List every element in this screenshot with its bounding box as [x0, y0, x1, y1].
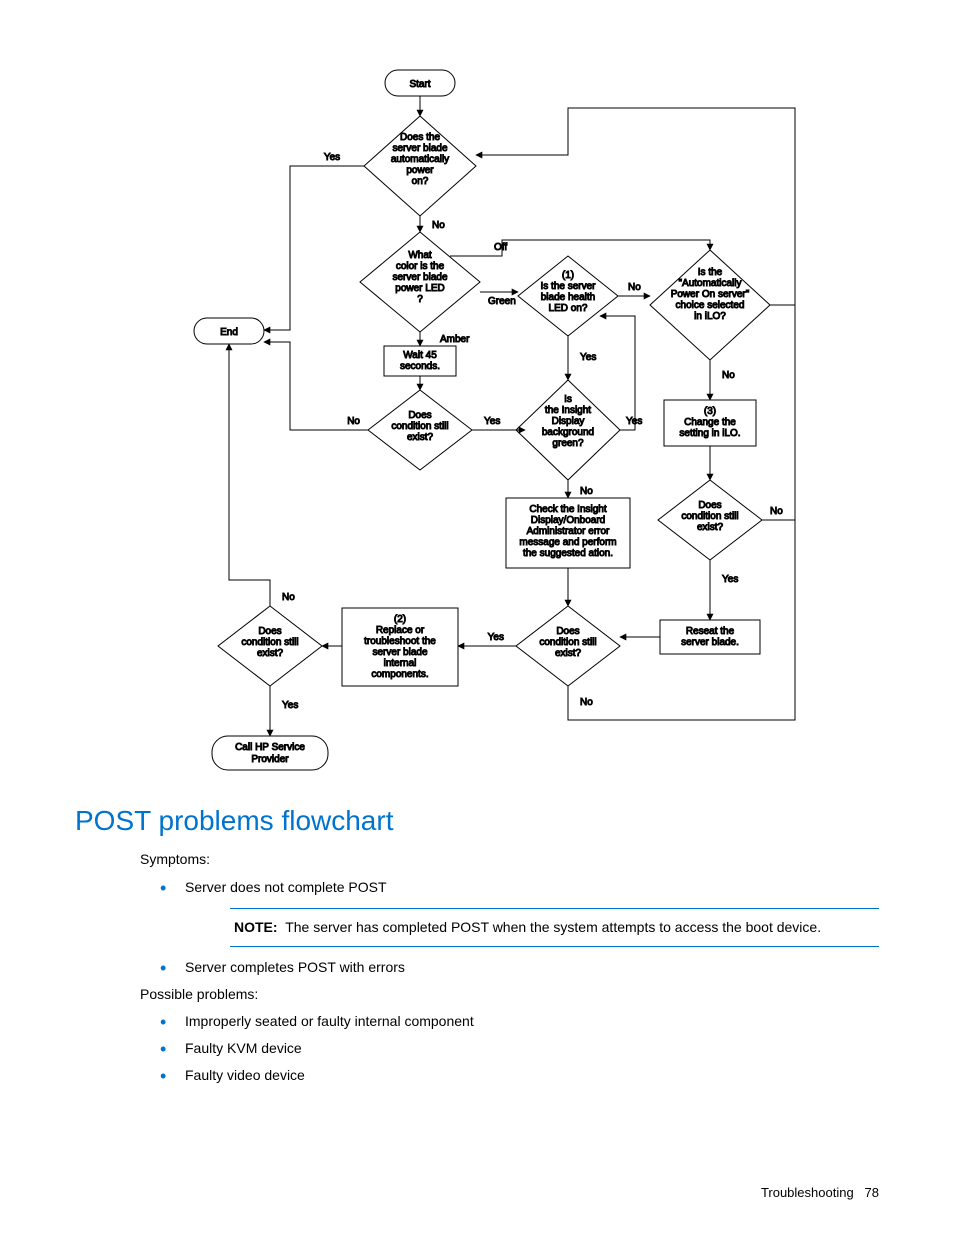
- svg-text:No: No: [432, 220, 445, 231]
- section-heading: POST problems flowchart: [75, 805, 879, 837]
- svg-text:(1)Is the serverblade healthLE: (1)Is the serverblade healthLED on?: [540, 270, 596, 314]
- note-block: NOTE: The server has completed POST when…: [230, 908, 879, 947]
- list-item: Server completes POST with errors: [140, 957, 879, 978]
- svg-text:Doescondition stillexist?: Doescondition stillexist?: [391, 410, 448, 443]
- possible-label: Possible problems:: [140, 984, 879, 1006]
- list-item: Faulty KVM device: [140, 1038, 879, 1059]
- flowchart-diagram: Start Does theserver bladeautomaticallyp…: [170, 60, 810, 790]
- svg-text:Amber: Amber: [440, 334, 470, 345]
- svg-text:No: No: [580, 697, 593, 708]
- symptom-list: Server does not complete POST NOTE: The …: [140, 877, 879, 978]
- svg-text:Isthe InsightDisplaybackground: Isthe InsightDisplaybackgroundgreen?: [542, 394, 594, 449]
- svg-text:No: No: [628, 282, 641, 293]
- svg-text:Doescondition stillexist?: Doescondition stillexist?: [241, 626, 298, 659]
- svg-text:Reseat theserver blade.: Reseat theserver blade.: [681, 626, 739, 648]
- svg-text:(3)Change thesetting in iLO.: (3)Change thesetting in iLO.: [679, 406, 740, 439]
- svg-text:Yes: Yes: [484, 416, 500, 427]
- svg-text:Doescondition stillexist?: Doescondition stillexist?: [681, 500, 738, 533]
- svg-text:Off: Off: [494, 242, 507, 253]
- list-item: Faulty video device: [140, 1065, 879, 1086]
- note-text: The server has completed POST when the s…: [285, 919, 821, 935]
- node-start: Start: [409, 79, 430, 90]
- possible-list: Improperly seated or faulty internal com…: [140, 1011, 879, 1086]
- svg-text:Whatcolor is theserver bladepo: Whatcolor is theserver bladepower LED?: [392, 250, 447, 305]
- svg-text:End: End: [220, 327, 238, 338]
- svg-text:No: No: [770, 506, 783, 517]
- svg-text:(2)Replace ortroubleshoot thes: (2)Replace ortroubleshoot theserver blad…: [364, 614, 436, 680]
- page-footer: Troubleshooting 78: [761, 1185, 879, 1200]
- svg-text:Doescondition stillexist?: Doescondition stillexist?: [539, 626, 596, 659]
- list-item: Improperly seated or faulty internal com…: [140, 1011, 879, 1032]
- svg-text:No: No: [722, 370, 735, 381]
- svg-text:Wait 45seconds.: Wait 45seconds.: [400, 350, 440, 372]
- svg-text:Green: Green: [488, 296, 516, 307]
- svg-text:Does theserver bladeautomatica: Does theserver bladeautomaticallypoweron…: [391, 132, 449, 187]
- svg-text:Yes: Yes: [580, 352, 596, 363]
- svg-text:Yes: Yes: [282, 700, 298, 711]
- svg-text:Yes: Yes: [488, 632, 504, 643]
- note-label: NOTE:: [234, 919, 282, 935]
- svg-text:No: No: [282, 592, 295, 603]
- svg-text:Yes: Yes: [324, 152, 340, 163]
- svg-text:Call HP ServiceProvider: Call HP ServiceProvider: [235, 742, 305, 765]
- svg-text:No: No: [347, 416, 360, 427]
- svg-text:Yes: Yes: [722, 574, 738, 585]
- svg-text:No: No: [580, 486, 593, 497]
- svg-text:Yes: Yes: [626, 416, 642, 427]
- svg-text:Check the InsightDisplay/Onboa: Check the InsightDisplay/OnboardAdminist…: [519, 504, 616, 559]
- list-item: Server does not complete POST NOTE: The …: [140, 877, 879, 947]
- footer-section: Troubleshooting: [761, 1185, 854, 1200]
- symptoms-label: Symptoms:: [140, 849, 879, 871]
- footer-page: 78: [865, 1185, 879, 1200]
